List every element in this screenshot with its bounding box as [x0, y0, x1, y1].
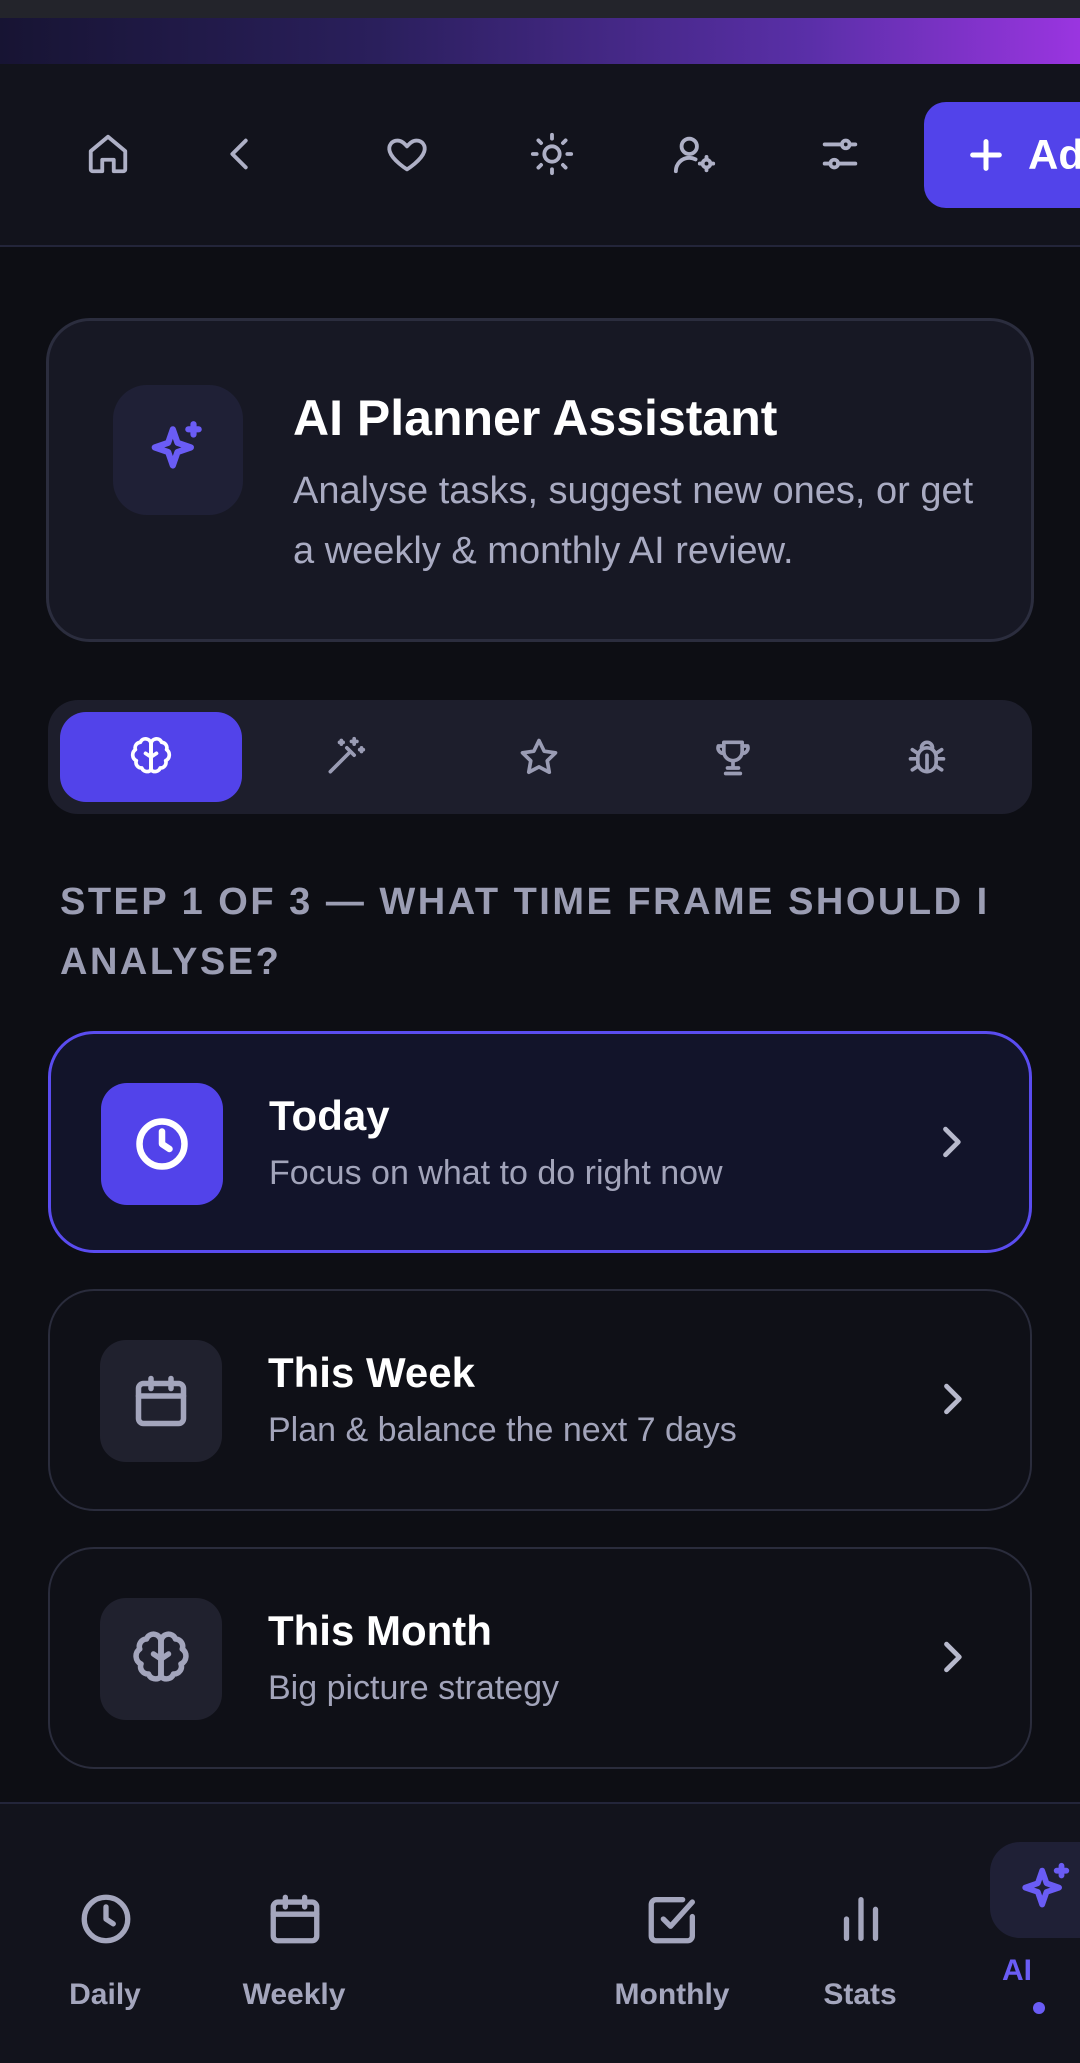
gradient-accent-bar	[0, 18, 1080, 64]
clock-icon	[136, 1118, 188, 1170]
option-subtitle: Plan & balance the next 7 days	[268, 1411, 737, 1449]
assistant-icon-container	[113, 385, 243, 515]
bar-chart-icon	[843, 1897, 879, 1941]
nav-monthly[interactable]: Monthly	[582, 1890, 762, 2040]
top-toolbar: Add	[0, 64, 1080, 247]
home-icon	[88, 134, 128, 174]
chevron-right-icon	[930, 1635, 974, 1679]
home-button[interactable]	[73, 119, 143, 189]
option-subtitle: Focus on what to do right now	[269, 1154, 723, 1192]
step-heading: STEP 1 OF 3 — WHAT TIME FRAME SHOULD I A…	[60, 881, 990, 983]
option-icon-container	[100, 1598, 222, 1720]
chevron-left-icon	[230, 138, 248, 170]
brain-icon	[130, 737, 172, 774]
sparkles-icon	[151, 421, 202, 469]
assistant-header-card: AI Planner Assistant Analyse tasks, sugg…	[46, 318, 1034, 642]
option-icon-container	[100, 1340, 222, 1462]
assistant-description: Analyse tasks, suggest new ones, or get …	[293, 470, 974, 572]
tab-analyse[interactable]	[60, 712, 242, 802]
nav-daily[interactable]: Daily	[15, 1890, 195, 2040]
chevron-right-icon	[929, 1120, 973, 1164]
option-today[interactable]: Today Focus on what to do right now	[48, 1031, 1032, 1253]
theme-toggle-button[interactable]	[517, 119, 587, 189]
sparkles-icon	[1022, 1862, 1070, 1908]
nav-label: Weekly	[242, 1978, 346, 2011]
option-this-week[interactable]: This Week Plan & balance the next 7 days	[48, 1289, 1032, 1511]
nav-label: Daily	[69, 1978, 141, 2011]
clock-icon	[81, 1894, 131, 1944]
mode-tabs	[48, 700, 1032, 814]
calendar-icon	[135, 1375, 187, 1427]
heart-icon	[387, 138, 427, 172]
account-settings-button[interactable]	[660, 119, 730, 189]
nav-label: Stats	[823, 1978, 897, 2011]
nav-ai-highlight	[990, 1842, 1080, 1938]
nav-weekly[interactable]: Weekly	[204, 1890, 384, 2040]
nav-label: Monthly	[614, 1978, 730, 2011]
user-gear-icon	[673, 136, 716, 174]
app-root: Add AI Planner Assistant Analyse tasks, …	[0, 0, 1080, 2063]
plus-icon	[970, 139, 1002, 171]
option-this-month[interactable]: This Month Big picture strategy	[48, 1547, 1032, 1769]
option-subtitle: Big picture strategy	[268, 1669, 560, 1707]
back-button[interactable]	[205, 119, 275, 189]
assistant-title: AI Planner Assistant	[293, 390, 778, 446]
nav-label: AI	[1002, 1954, 1032, 1987]
option-icon-container	[101, 1083, 223, 1205]
option-title: This Month	[268, 1607, 492, 1654]
active-indicator-dot	[1033, 2002, 1045, 2014]
nav-stats[interactable]: Stats	[770, 1890, 950, 2040]
bug-icon	[908, 740, 946, 774]
magic-wand-icon	[328, 736, 366, 774]
option-title: Today	[269, 1092, 390, 1139]
calendar-icon	[270, 1894, 320, 1944]
bottom-nav: Daily Weekly Monthly Stats AI	[0, 1802, 1080, 2063]
tab-achievements[interactable]	[642, 712, 824, 802]
trophy-icon	[716, 740, 750, 776]
add-button-label: Add	[1028, 131, 1080, 178]
checkbox-icon	[648, 1897, 695, 1944]
status-strip	[0, 0, 1080, 18]
sliders-icon	[822, 138, 858, 170]
star-icon	[520, 738, 558, 775]
filters-button[interactable]	[805, 119, 875, 189]
favorites-button[interactable]	[372, 119, 442, 189]
nav-ai[interactable]: AI	[990, 1842, 1080, 2042]
add-task-button[interactable]: Add	[924, 102, 1080, 208]
tab-suggest[interactable]	[254, 712, 436, 802]
option-title: This Week	[268, 1349, 475, 1396]
tab-debug[interactable]	[836, 712, 1018, 802]
chevron-right-icon	[930, 1377, 974, 1421]
brain-icon	[133, 1631, 189, 1682]
sun-icon	[530, 132, 574, 176]
tab-highlights[interactable]	[448, 712, 630, 802]
